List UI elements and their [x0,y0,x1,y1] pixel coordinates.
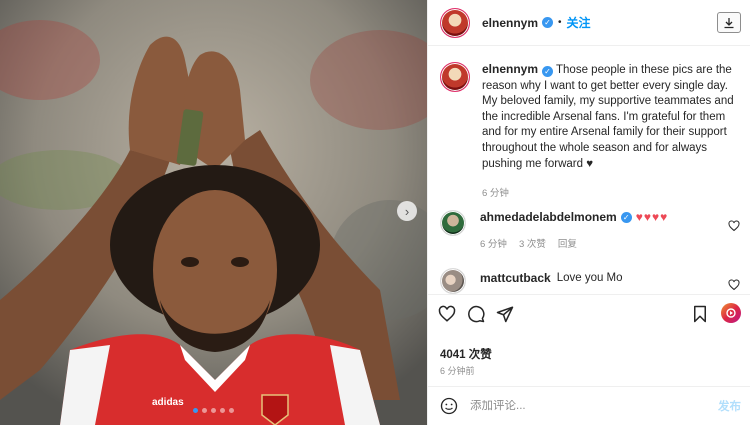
comment-icon[interactable] [467,305,485,323]
post-detail-panel: elnennym ✓ • 关注 elnennym ✓ Those people i… [427,0,750,425]
like-count[interactable]: 4041 次赞 [440,346,492,362]
carousel-dot [193,408,198,413]
separator: • [558,17,562,28]
reply-button[interactable]: 回复 [558,236,577,250]
carousel-indicators [0,408,427,413]
download-icon [724,17,734,28]
carousel-dot [229,408,234,413]
commenter-username[interactable]: ahmedadelabdelmonem [480,210,617,224]
comment-item: ahmedadelabdelmonem ✓ ♥♥♥♥ 6 分钟 3 次赞 回复 [440,210,740,250]
commenter-username[interactable]: mattcutback [480,271,551,285]
player-photo-illustration: adidas [0,0,427,425]
follow-button[interactable]: 关注 [567,14,591,31]
caption-time: 6 分钟 [482,188,509,200]
reel-button[interactable] [721,303,741,323]
comment-time: 6 分钟 [480,239,507,250]
chevron-right-icon: › [404,203,410,219]
commenter-avatar[interactable] [440,210,466,236]
carousel-dot [211,408,216,413]
emoji-icon[interactable] [440,397,458,415]
caption-username[interactable]: elnennym [482,62,538,76]
comment-item: mattcutback Love you Mo [440,268,740,294]
verified-icon: ✓ [620,211,632,223]
heart-icon[interactable] [438,305,456,323]
post-comment-button[interactable]: 发布 [718,398,741,414]
verified-icon: ✓ [542,17,554,28]
comment-bar: 发布 [428,386,750,425]
commenter-avatar[interactable] [440,268,466,294]
post-time: 6 分钟前 [440,366,475,376]
play-icon [726,308,736,318]
post-actions [428,294,750,332]
caption-avatar[interactable] [440,62,470,92]
shirt-sponsor-logo: adidas [152,397,184,408]
download-button[interactable] [717,12,741,33]
comment-text: ♥♥♥♥ [635,210,669,224]
author-username[interactable]: elnennym [482,16,538,30]
bookmark-icon[interactable] [691,305,709,323]
verified-icon: ✓ [542,66,554,78]
post-caption: elnennym ✓ Those people in these pics are… [440,62,740,202]
author-avatar[interactable] [440,7,470,38]
share-icon[interactable] [496,305,514,323]
comment-input[interactable] [470,400,718,412]
carousel-dot [220,408,225,413]
post-photo: adidas › [0,0,427,425]
heart-icon[interactable] [728,279,740,291]
next-photo-button[interactable]: › [397,201,417,221]
carousel-dot [202,408,207,413]
caption-text: Those people in these pics are the reaso… [482,64,734,170]
comment-likes[interactable]: 3 次赞 [519,236,546,250]
heart-icon[interactable] [728,220,740,232]
comment-text: Love you Mo [556,272,623,284]
post-header: elnennym ✓ • 关注 [428,0,750,46]
